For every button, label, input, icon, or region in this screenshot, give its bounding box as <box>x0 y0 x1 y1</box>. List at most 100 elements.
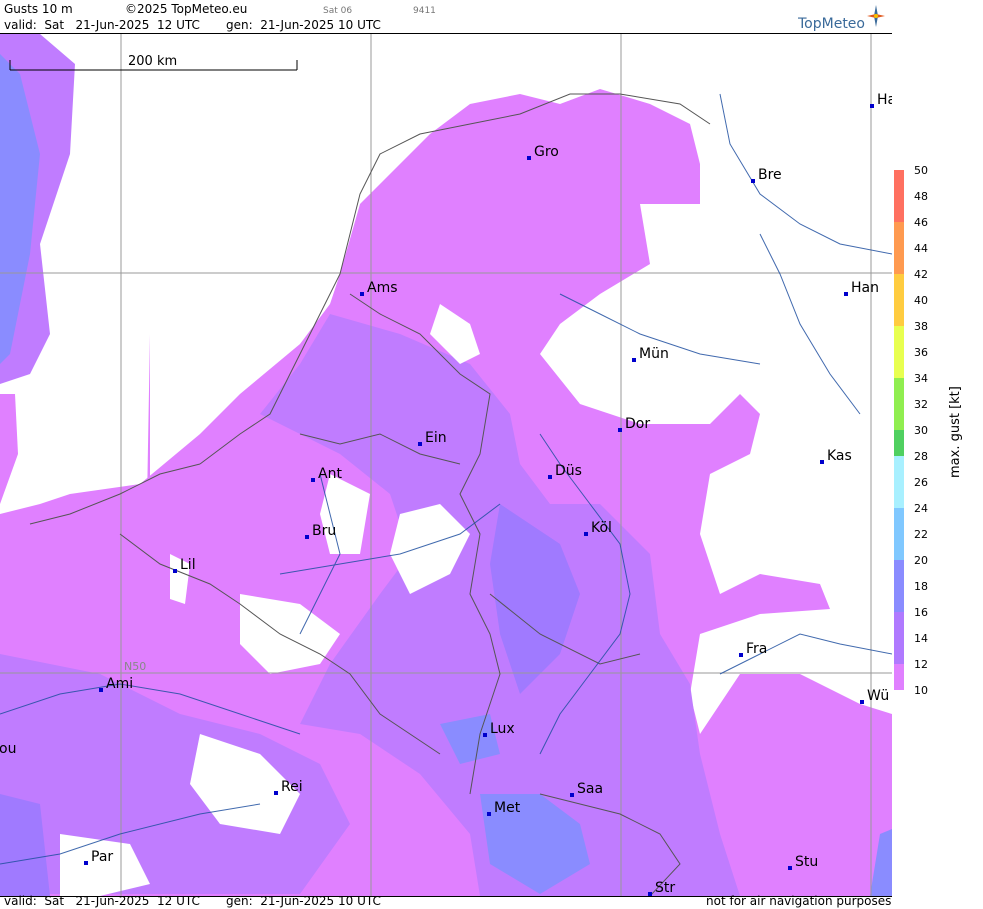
legend-tick-label: 14 <box>914 632 928 645</box>
legend-color-band <box>894 534 904 560</box>
city-label: Kas <box>827 448 852 464</box>
legend-tick-label: 22 <box>914 528 928 541</box>
city-label: Köl <box>591 520 612 536</box>
generated-time: gen: 21-Jun-2025 10 UTC <box>226 18 381 32</box>
compass-icon <box>867 5 885 27</box>
city-marker <box>820 460 824 464</box>
legend-tick-label: 46 <box>914 216 928 229</box>
city-label: Ein <box>425 430 447 446</box>
legend-color-band <box>894 300 904 326</box>
city-marker <box>99 688 103 692</box>
legend-tick-label: 16 <box>914 606 928 619</box>
city-marker <box>527 156 531 160</box>
city-label: ou <box>0 741 16 757</box>
legend-color-band <box>894 508 904 534</box>
city-label: Met <box>494 800 521 816</box>
city-marker <box>173 569 177 573</box>
legend-tick-label: 34 <box>914 372 928 385</box>
city-label: Stu <box>795 854 818 870</box>
city-marker <box>751 179 755 183</box>
model-label: Sat 06 <box>323 6 353 16</box>
topmeteo-logo[interactable]: TopMeteo <box>798 4 888 32</box>
city-label: Str <box>655 880 675 896</box>
model-code: 9411 <box>413 6 436 16</box>
legend-tick-label: 30 <box>914 424 928 437</box>
city-marker <box>648 892 652 896</box>
legend-tick-label: 28 <box>914 450 928 463</box>
legend-color-band <box>894 274 904 300</box>
city-marker <box>274 791 278 795</box>
legend-tick-label: 12 <box>914 658 928 671</box>
legend-tick-label: 36 <box>914 346 928 359</box>
legend-color-band <box>894 222 904 248</box>
city-marker <box>548 475 552 479</box>
legend-color-band <box>894 482 904 508</box>
city-marker <box>860 700 864 704</box>
legend-color-band <box>894 352 904 378</box>
legend-color-band <box>894 586 904 612</box>
city-label: Fra <box>746 641 767 657</box>
legend-color-band <box>894 430 904 456</box>
legend-color-band <box>894 326 904 352</box>
legend-tick-label: 18 <box>914 580 928 593</box>
legend-tick-label: 40 <box>914 294 928 307</box>
city-label: Ams <box>367 280 398 296</box>
legend-tick-label: 50 <box>914 164 928 177</box>
city-label: Düs <box>555 463 582 479</box>
city-label: Wü <box>867 688 889 704</box>
city-label: Ha <box>877 92 892 108</box>
city-marker <box>483 733 487 737</box>
city-label: Ant <box>318 466 342 482</box>
city-marker <box>360 292 364 296</box>
city-label: Rei <box>281 779 303 795</box>
city-label: Bru <box>312 523 336 539</box>
legend-tick-label: 32 <box>914 398 928 411</box>
gust-map[interactable]: N50 200 km Gro Bre Ha Ams Han Mün Ein Dor Kas Ant… <box>0 33 892 897</box>
map-title: Gusts 10 m <box>4 2 73 16</box>
city-label: Gro <box>534 144 559 160</box>
legend-color-band <box>894 560 904 586</box>
city-label: Lux <box>490 721 515 737</box>
legend-color-band <box>894 196 904 222</box>
legend-color-band <box>894 456 904 482</box>
latitude-label: N50 <box>124 660 146 673</box>
footer-generated-time: gen: 21-Jun-2025 10 UTC <box>226 894 381 908</box>
footer-notice: not for air navigation purposes <box>706 894 892 908</box>
legend-colorbar <box>894 170 904 690</box>
legend-tick-label: 24 <box>914 502 928 515</box>
city-marker <box>418 442 422 446</box>
city-label: Bre <box>758 167 782 183</box>
city-marker <box>487 812 491 816</box>
legend-tick-label: 38 <box>914 320 928 333</box>
city-label: Par <box>91 849 113 865</box>
legend-tick-label: 44 <box>914 242 928 255</box>
city-marker <box>632 358 636 362</box>
city-marker <box>584 532 588 536</box>
legend-color-band <box>894 378 904 404</box>
legend-tick-label: 20 <box>914 554 928 567</box>
city-marker <box>311 478 315 482</box>
gust-legend: 50 48 46 44 42 40 38 36 34 32 30 28 26 24 22 20 18 16 14 12… <box>894 164 928 697</box>
city-label: Han <box>851 280 879 296</box>
city-label: Dor <box>625 416 650 432</box>
legend-color-band <box>894 638 904 664</box>
city-marker <box>788 866 792 870</box>
footer-valid-time: valid: Sat 21-Jun-2025 12 UTC <box>4 894 200 908</box>
city-marker <box>844 292 848 296</box>
legend-color-band <box>894 612 904 638</box>
city-label: Mün <box>639 346 669 362</box>
city-label: Saa <box>577 781 603 797</box>
legend-ticks: 50 48 46 44 42 40 38 36 34 32 30 28 26 24 22 20 18 16 14 12… <box>914 164 928 697</box>
logo-text: TopMeteo <box>798 16 865 32</box>
city-label: Ami <box>106 676 133 692</box>
valid-time: valid: Sat 21-Jun-2025 12 UTC <box>4 18 200 32</box>
city-marker <box>305 535 309 539</box>
legend-color-band <box>894 170 904 196</box>
legend-tick-label: 10 <box>914 684 928 697</box>
city-ou: ou <box>0 741 16 757</box>
city-marker <box>618 428 622 432</box>
legend-tick-label: 48 <box>914 190 928 203</box>
city-marker <box>570 793 574 797</box>
scale-bar-label: 200 km <box>128 54 177 69</box>
legend-tick-label: 26 <box>914 476 928 489</box>
